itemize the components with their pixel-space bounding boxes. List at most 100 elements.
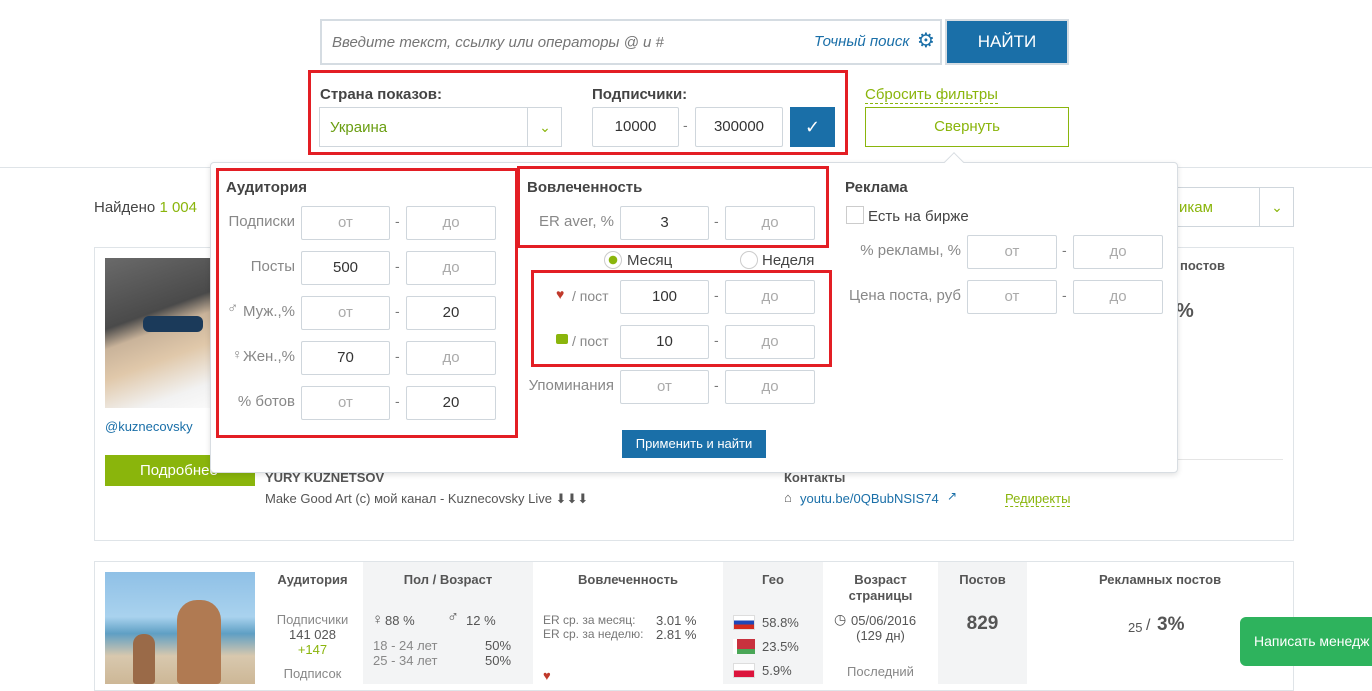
apply-subs-button[interactable]: ✓ — [790, 107, 835, 147]
ads-slash: / — [1146, 617, 1151, 634]
male-label: Муж.,% — [242, 303, 295, 320]
country-label: Страна показов: — [320, 86, 442, 103]
search-button[interactable]: НАЙТИ — [945, 19, 1069, 65]
dash: - — [395, 303, 400, 319]
col-posts: Постов — [959, 572, 1006, 587]
ads-pct: 3% — [1157, 614, 1185, 635]
er-to[interactable]: до — [725, 206, 815, 240]
ads-count: 25 — [1128, 620, 1143, 635]
posts-header: постов — [1180, 258, 1225, 273]
month-radio[interactable] — [604, 251, 622, 269]
posts-to[interactable]: до — [406, 251, 496, 285]
found-count: 1 004 — [159, 199, 197, 216]
male-from[interactable]: от — [301, 296, 390, 330]
col-engagement: Вовлеченность — [578, 572, 678, 587]
page-date: 05/06/2016 — [851, 613, 917, 628]
mentions-to[interactable]: до — [725, 370, 815, 404]
comments-from[interactable]: 10 — [620, 325, 709, 359]
chevron-down-icon: ⌄ — [1259, 188, 1294, 226]
heart-icon: ♥ — [543, 668, 551, 683]
redirects-link[interactable]: Редиректы — [1005, 491, 1071, 507]
bots-from[interactable]: от — [301, 386, 390, 420]
audience-title: Аудитория — [226, 179, 307, 196]
bots-to[interactable]: 20 — [406, 386, 496, 420]
female-from[interactable]: 70 — [301, 341, 390, 375]
ad-pct-from[interactable]: от — [967, 235, 1057, 269]
price-label: Цена поста, руб — [848, 287, 961, 304]
subs-label: Подписчики: — [592, 86, 688, 103]
likes-from[interactable]: 100 — [620, 280, 709, 314]
apply-and-search-button[interactable]: Применить и найти — [622, 430, 766, 458]
dash: - — [1062, 287, 1067, 303]
ad-pct-to[interactable]: до — [1073, 235, 1163, 269]
male-to[interactable]: 20 — [406, 296, 496, 330]
geo-2-value: 23.5% — [762, 639, 799, 654]
search-input[interactable] — [324, 23, 804, 61]
dash: - — [395, 393, 400, 409]
er-label: ER aver, % — [538, 213, 614, 230]
card-bio: Make Good Art (c) мой канал - Kuznecovsk… — [265, 491, 589, 506]
dash: - — [714, 213, 719, 229]
likes-label: / пост — [572, 288, 609, 304]
subs-value: 141 028 — [289, 627, 336, 642]
ads-pct: % — [1176, 300, 1194, 322]
subs-from-input[interactable]: 10000 — [592, 107, 679, 147]
geo-1-value: 58.8% — [762, 615, 799, 630]
likes-to[interactable]: до — [725, 280, 815, 314]
flag-belarus-icon — [733, 639, 755, 654]
subs-label: Подписчики — [276, 612, 349, 627]
flag-poland-icon — [733, 663, 755, 678]
subs-delta: +147 — [297, 642, 328, 657]
subscriptions-label: Подписки — [228, 213, 296, 230]
dash: - — [395, 213, 400, 229]
geo-3-value: 5.9% — [762, 663, 792, 678]
exact-search-link[interactable]: Точный поиск — [814, 33, 909, 50]
price-to[interactable]: до — [1073, 280, 1163, 314]
child-figure — [133, 634, 155, 684]
exchange-label[interactable]: Есть на бирже — [868, 208, 969, 225]
mentions-from[interactable]: от — [620, 370, 709, 404]
female-pct: 88 % — [385, 613, 415, 628]
er-week-value: 2.81 % — [656, 627, 697, 642]
flag-russia-icon — [733, 615, 755, 630]
gear-icon[interactable]: ⚙ — [917, 31, 935, 51]
comments-to[interactable]: до — [725, 325, 815, 359]
month-label[interactable]: Месяц — [627, 252, 672, 269]
collapse-button[interactable]: Свернуть — [865, 107, 1069, 147]
country-value: Украина — [330, 119, 388, 136]
age-range-2-value: 50% — [485, 653, 512, 668]
contact-link[interactable]: youtu.be/0QBubNSIS74 — [800, 491, 939, 506]
found-text: Найдено 1 004 — [94, 199, 197, 216]
ad-pct-label: % рекламы, % — [860, 242, 961, 259]
reset-filters-link[interactable]: Сбросить фильтры — [865, 86, 998, 104]
col-gender: Пол / Возраст — [403, 572, 493, 587]
last-label: Последний — [847, 664, 914, 679]
female-label: Жен.,% — [243, 348, 295, 365]
price-from[interactable]: от — [967, 280, 1057, 314]
heart-icon: ♥ — [556, 286, 565, 302]
col-geo: Гео — [762, 572, 784, 587]
mentions-label: Упоминания — [528, 377, 614, 394]
posts-from[interactable]: 500 — [301, 251, 390, 285]
exchange-checkbox[interactable] — [846, 206, 864, 224]
comments-label: / пост — [572, 333, 609, 349]
subs-to-input[interactable]: 300000 — [695, 107, 783, 147]
ads-title: Реклама — [845, 179, 908, 196]
write-manager-button[interactable]: Написать менедж — [1240, 617, 1372, 666]
dash: - — [714, 332, 719, 348]
week-label[interactable]: Неделя — [762, 252, 814, 269]
er-from[interactable]: 3 — [620, 206, 709, 240]
posts-count: 829 — [966, 613, 999, 634]
week-radio[interactable] — [740, 251, 758, 269]
country-select[interactable]: Украина ⌄ — [319, 107, 562, 147]
handle[interactable]: @kuznecovsky — [105, 419, 193, 434]
dash: - — [714, 287, 719, 303]
avatar[interactable] — [105, 572, 255, 684]
col-ad-posts: Рекламных постов — [1098, 572, 1222, 587]
male-pct: 12 % — [466, 613, 496, 628]
er-month-value: 3.01 % — [656, 613, 697, 628]
female-to[interactable]: до — [406, 341, 496, 375]
subscriptions-to[interactable]: до — [406, 206, 496, 240]
chevron-down-icon: ⌄ — [527, 108, 562, 146]
subscriptions-from[interactable]: от — [301, 206, 390, 240]
